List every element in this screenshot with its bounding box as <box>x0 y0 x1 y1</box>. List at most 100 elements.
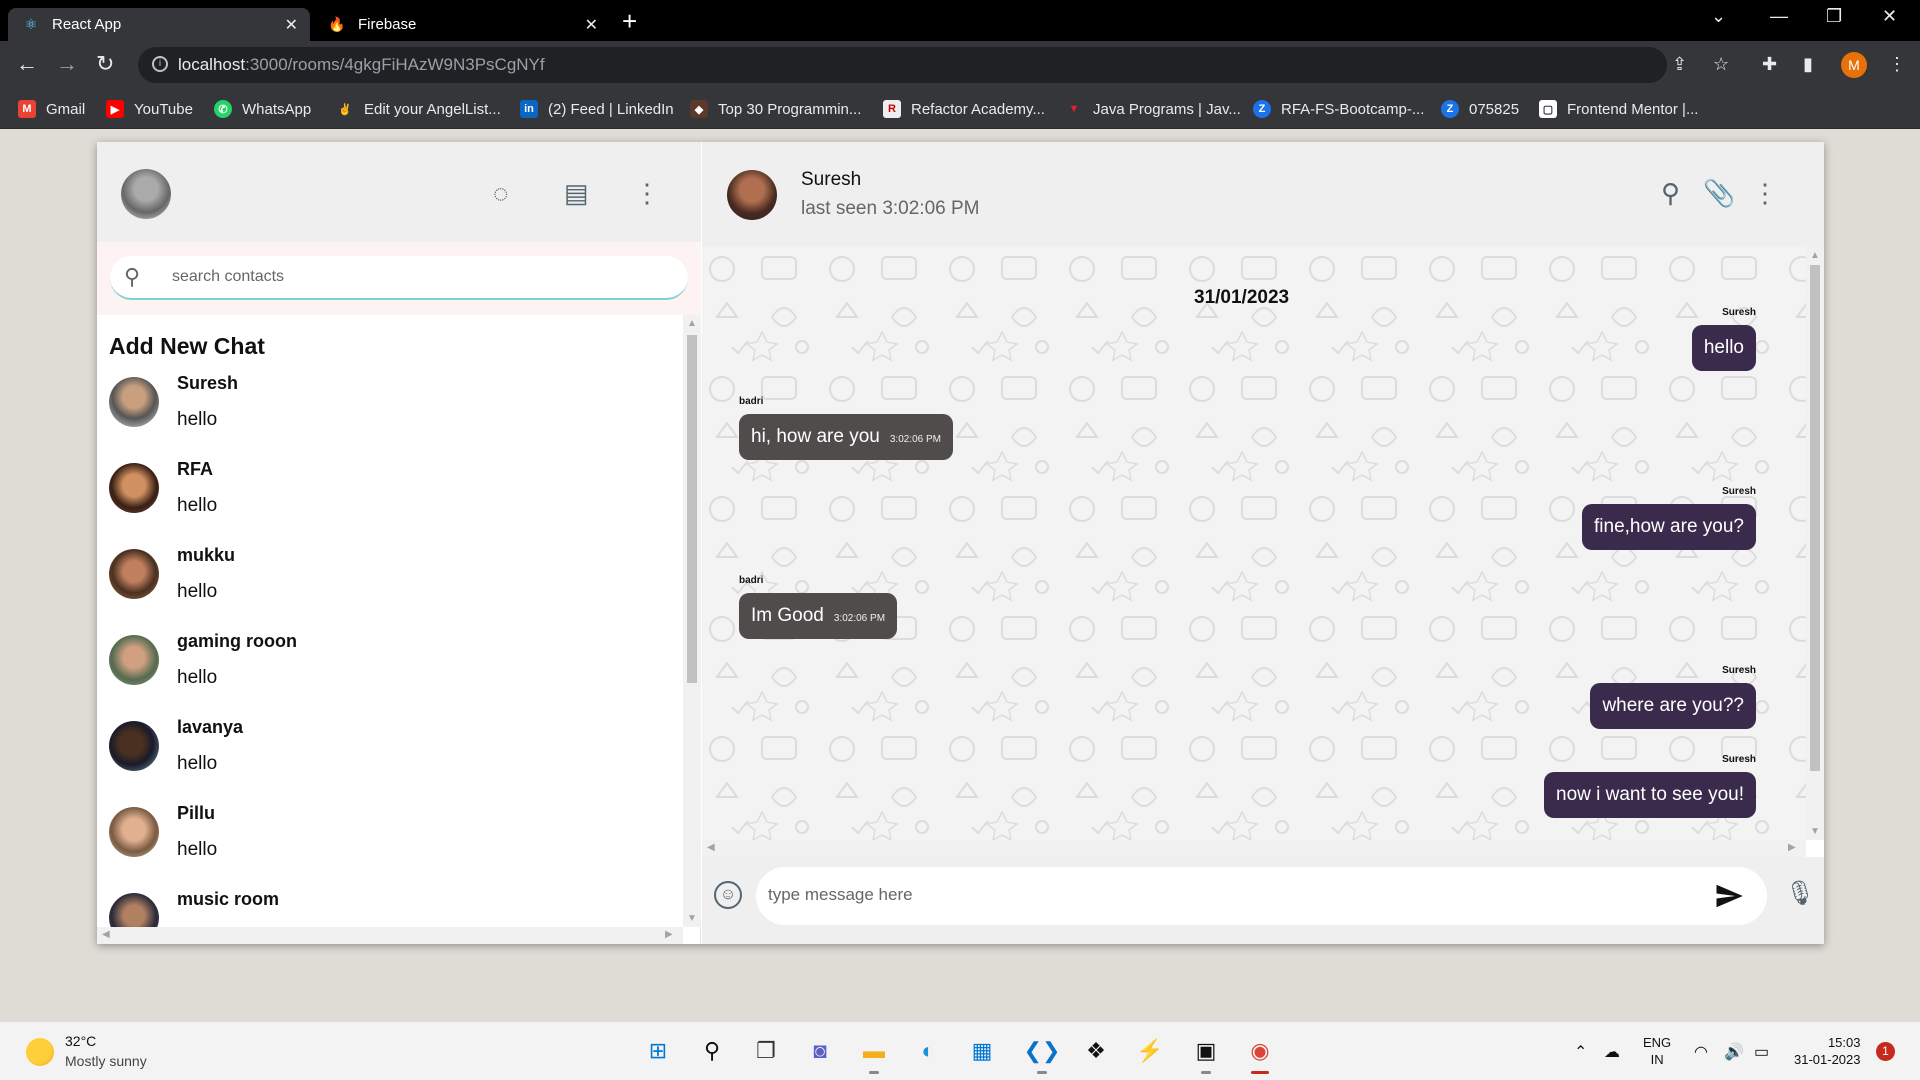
system-clock[interactable]: 15:03 31-01-2023 <box>1794 1034 1861 1068</box>
battery-icon[interactable]: ▭ <box>1754 1042 1769 1062</box>
chat-peer-name[interactable]: Suresh <box>801 169 861 191</box>
scroll-right-icon[interactable]: ▶ <box>1788 842 1796 853</box>
bookmark-refactor[interactable]: R Refactor Academy... <box>883 99 1045 119</box>
search-icon[interactable]: ⚲ <box>695 1034 729 1068</box>
start-icon[interactable]: ⊞ <box>641 1034 675 1068</box>
site-info-icon[interactable]: i <box>152 56 168 72</box>
avatar[interactable] <box>727 170 777 220</box>
close-tab-icon[interactable]: ✕ <box>585 15 598 35</box>
avatar[interactable] <box>121 169 171 219</box>
contact-name: Pillu <box>177 803 216 823</box>
bookmark-youtube[interactable]: ▶ YouTube <box>106 99 193 119</box>
bookmarks-bar: M Gmail ▶ YouTube ✆ WhatsApp ✌ Edit your Ang… <box>0 89 1920 129</box>
message-incoming[interactable]: badri Im Good 3:02:06 PM <box>739 575 898 639</box>
message-outgoing[interactable]: Suresh hello <box>1691 307 1756 371</box>
message-horizontal-scrollbar[interactable]: ◀ ▶ <box>702 840 1806 857</box>
message-outgoing[interactable]: Suresh where are you?? <box>1590 665 1756 729</box>
edge-icon[interactable]: ◐ <box>911 1034 945 1068</box>
new-chat-icon[interactable]: ▤ <box>564 178 589 209</box>
task-view-icon[interactable]: ❐ <box>749 1034 783 1068</box>
contact-item[interactable]: Pillu hello <box>97 795 683 881</box>
message-incoming[interactable]: badri hi, how are you 3:02:06 PM <box>739 396 954 460</box>
visual-studio-installer-icon[interactable]: ⚡ <box>1133 1034 1167 1068</box>
chrome-icon[interactable]: ◉ <box>1243 1034 1277 1074</box>
forward-icon[interactable]: → <box>56 51 78 77</box>
volume-icon[interactable]: 🔊 <box>1724 1042 1744 1062</box>
show-hidden-icons-icon[interactable]: ⌃ <box>1574 1042 1587 1062</box>
scroll-up-icon[interactable]: ▲ <box>687 318 697 329</box>
mic-icon[interactable]: 🎙 <box>1785 879 1815 908</box>
share-icon[interactable]: ⇪ <box>1672 54 1687 75</box>
extensions-icon[interactable]: ✚ <box>1762 54 1777 75</box>
side-panel-icon[interactable]: ▮ <box>1803 54 1813 75</box>
message-scrollbar[interactable]: ▲ ▼ <box>1806 247 1824 840</box>
contact-item[interactable]: music room <box>97 881 683 927</box>
chrome-menu-icon[interactable]: ⋮ <box>1888 54 1906 75</box>
status-icon[interactable]: ◌ <box>493 178 508 209</box>
bookmark-075825[interactable]: Z 075825 <box>1441 99 1519 119</box>
contact-item[interactable]: gaming rooon hello <box>97 623 683 709</box>
reload-icon[interactable]: ↻ <box>96 51 114 77</box>
vscode-icon[interactable]: ❮❯ <box>1024 1034 1060 1074</box>
contact-item[interactable]: RFA hello <box>97 451 683 537</box>
scrollbar-thumb[interactable] <box>1810 265 1820 771</box>
more-menu-icon[interactable]: ⋮ <box>1752 178 1778 209</box>
weather-temperature[interactable]: 32°C <box>65 1033 96 1049</box>
scroll-left-icon[interactable]: ◀ <box>102 929 110 940</box>
attach-icon[interactable]: 📎 <box>1703 178 1735 209</box>
sidebar-scrollbar[interactable]: ▲ ▼ <box>683 315 701 927</box>
restore-button[interactable]: ❐ <box>1826 6 1842 27</box>
address-bar[interactable]: i localhost:3000/rooms/4gkgFiHAzW9N3PsCg… <box>138 47 1667 83</box>
terminal-icon[interactable]: ▣ <box>1189 1034 1223 1074</box>
tab-search-icon[interactable]: ⌄ <box>1711 6 1726 27</box>
message-input[interactable] <box>768 885 1668 905</box>
close-tab-icon[interactable]: ✕ <box>285 15 298 35</box>
file-explorer-icon[interactable]: ▬ <box>857 1034 891 1074</box>
bookmark-whatsapp[interactable]: ✆ WhatsApp <box>214 99 311 119</box>
add-new-chat[interactable]: Add New Chat <box>109 333 265 360</box>
bookmark-rfa-bootcamp[interactable]: Z RFA-FS-Bootcamp-... <box>1253 99 1424 119</box>
wifi-icon[interactable]: ◠ <box>1694 1042 1708 1062</box>
weather-description[interactable]: Mostly sunny <box>65 1053 147 1069</box>
back-icon[interactable]: ← <box>16 51 38 77</box>
search-box[interactable]: ⚲ <box>110 256 688 300</box>
tab-react-app[interactable]: ⚛ React App ✕ <box>8 8 310 41</box>
close-window-button[interactable]: ✕ <box>1882 6 1897 27</box>
store-icon[interactable]: ▦ <box>965 1034 999 1068</box>
bookmark-java[interactable]: ▼ Java Programs | Jav... <box>1065 99 1241 119</box>
notification-badge[interactable]: 1 <box>1876 1042 1895 1061</box>
emoji-icon[interactable]: ☺ <box>714 881 742 909</box>
sidebar-horizontal-scrollbar[interactable]: ◀ ▶ <box>97 927 683 944</box>
contact-item[interactable]: Suresh hello <box>97 365 683 451</box>
message-outgoing[interactable]: Suresh fine,how are you? <box>1582 486 1756 550</box>
scroll-down-icon[interactable]: ▼ <box>1810 826 1820 837</box>
message-input-wrap[interactable] <box>756 867 1767 925</box>
scrollbar-thumb[interactable] <box>687 335 697 683</box>
scroll-up-icon[interactable]: ▲ <box>1810 250 1820 261</box>
tab-firebase[interactable]: 🔥 Firebase ✕ <box>314 8 610 41</box>
scroll-right-icon[interactable]: ▶ <box>665 929 673 940</box>
bookmark-top30[interactable]: ◆ Top 30 Programmin... <box>690 99 861 119</box>
scroll-left-icon[interactable]: ◀ <box>707 842 715 853</box>
more-menu-icon[interactable]: ⋮ <box>634 178 660 209</box>
scroll-down-icon[interactable]: ▼ <box>687 913 697 924</box>
profile-avatar[interactable]: M <box>1841 52 1867 78</box>
teams-chat-icon[interactable]: ◙ <box>803 1034 837 1068</box>
bookmark-frontend-mentor[interactable]: ▢ Frontend Mentor |... <box>1539 99 1698 119</box>
search-icon[interactable]: ⚲ <box>1661 178 1680 209</box>
onedrive-icon[interactable]: ☁ <box>1604 1042 1620 1062</box>
contact-item[interactable]: mukku hello <box>97 537 683 623</box>
bookmark-gmail[interactable]: M Gmail <box>18 99 85 119</box>
dropbox-icon[interactable]: ❖ <box>1079 1034 1113 1068</box>
search-input[interactable] <box>172 268 652 286</box>
weather-sun-icon[interactable] <box>26 1038 54 1066</box>
new-tab-button[interactable]: + <box>622 8 637 34</box>
bookmark-angellist[interactable]: ✌ Edit your AngelList... <box>336 99 501 119</box>
bookmark-star-icon[interactable]: ☆ <box>1713 54 1729 75</box>
message-outgoing[interactable]: Suresh now i want to see you! <box>1544 754 1756 818</box>
language-indicator[interactable]: ENG IN <box>1643 1034 1671 1068</box>
contact-item[interactable]: lavanya hello <box>97 709 683 795</box>
minimize-button[interactable]: — <box>1770 6 1788 27</box>
send-icon[interactable] <box>1714 881 1744 911</box>
bookmark-linkedin[interactable]: in (2) Feed | LinkedIn <box>520 99 674 119</box>
